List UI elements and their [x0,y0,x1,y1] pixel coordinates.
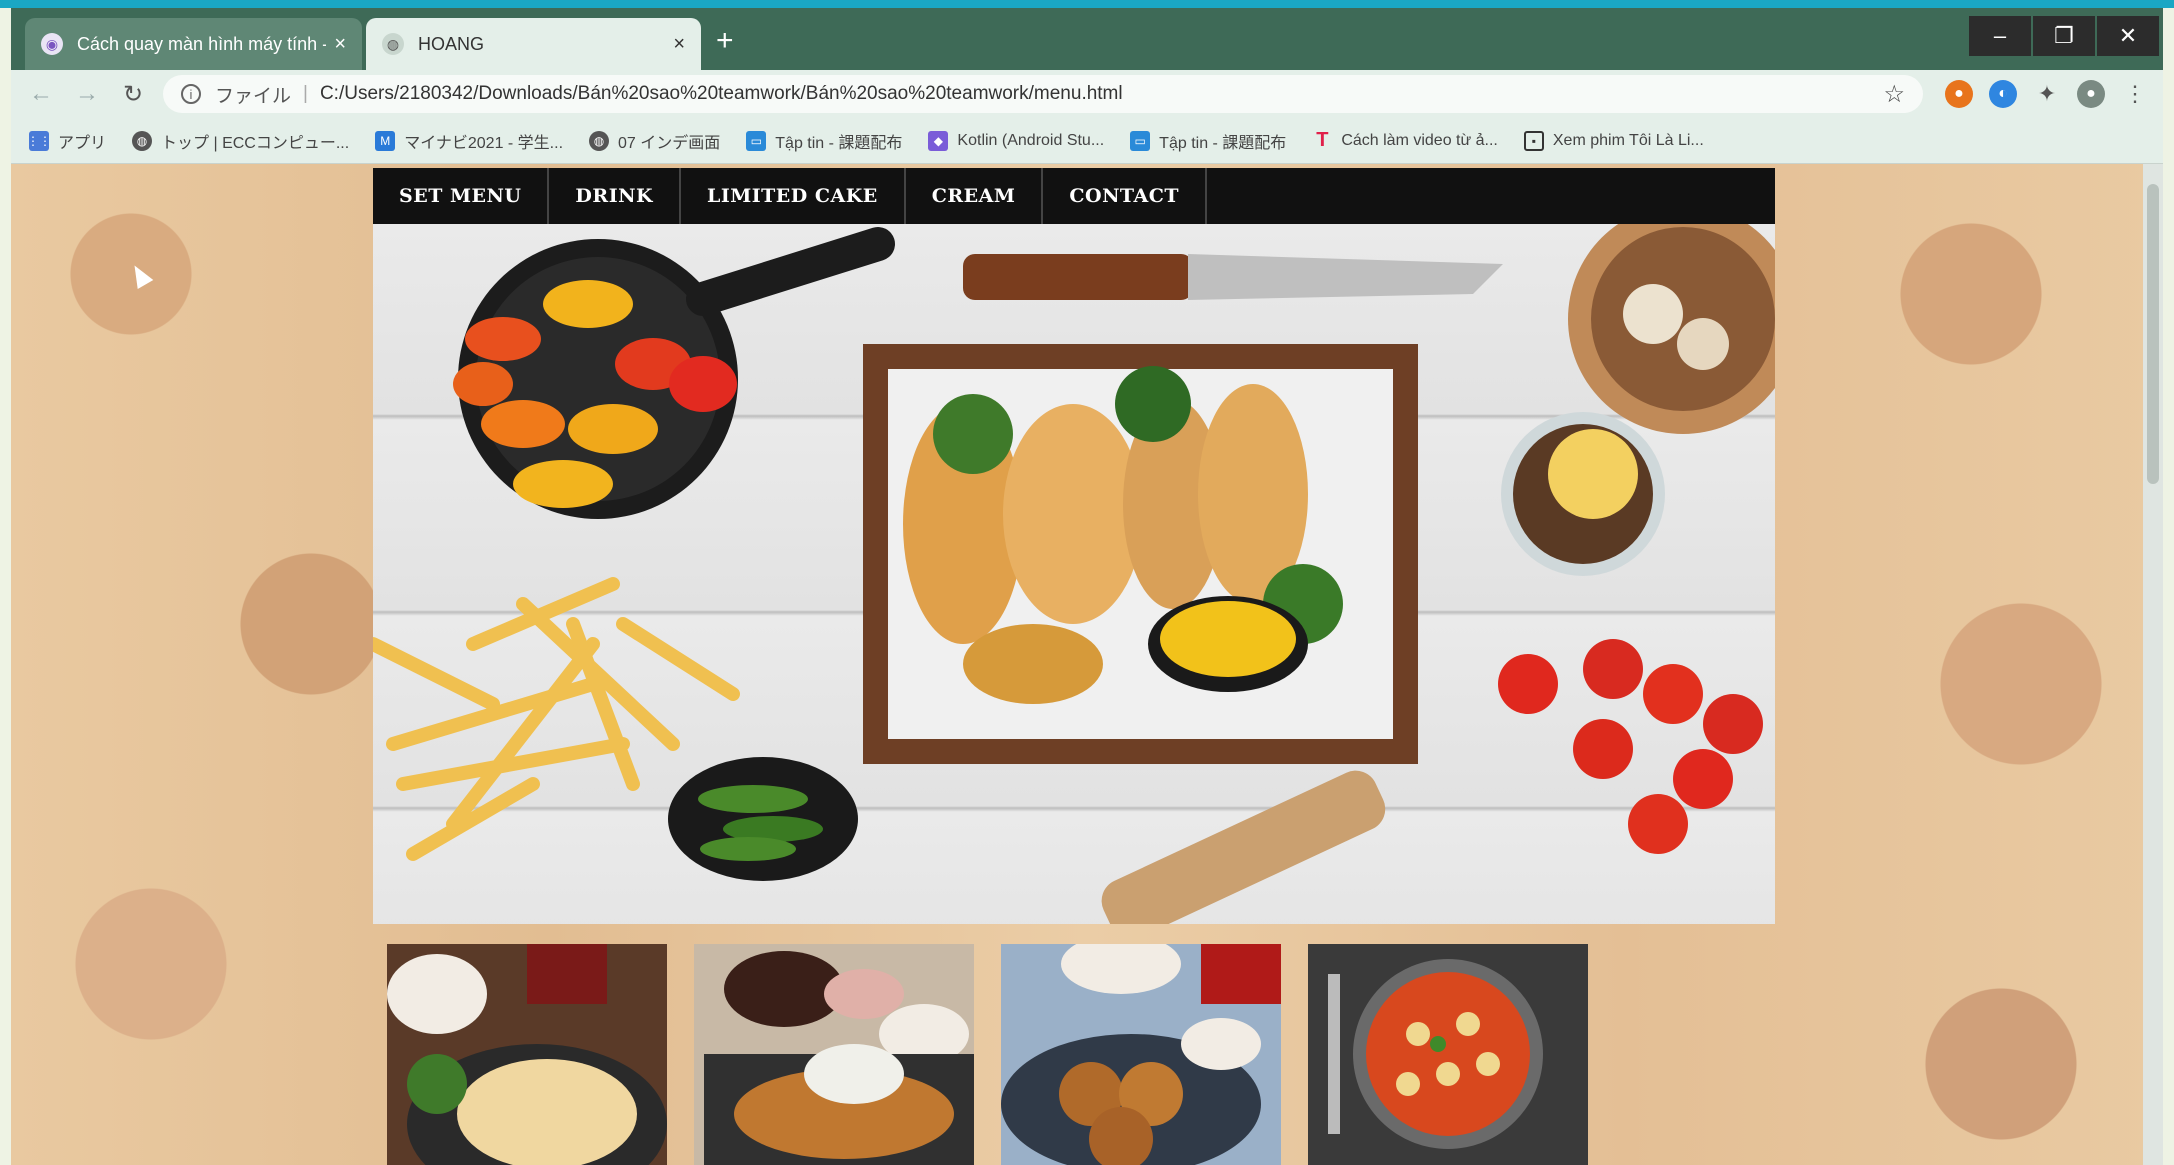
bookmark-label: 07 インデ画面 [618,134,721,152]
bookmark-item[interactable]: ◍ トップ | ECCコンピュー... [132,129,349,153]
globe-icon: ◍ [589,130,610,151]
forward-button[interactable]: → [71,78,103,110]
browser-window: ◉ Cách quay màn hình máy tính - ( × ◍ HO… [11,8,2163,1165]
back-button[interactable]: ← [25,78,57,110]
fried-chicken-dish-image [387,944,667,1165]
scrollbar-thumb[interactable] [2147,184,2159,484]
extensions-puzzle-icon[interactable]: ✦ [2033,80,2061,108]
profile-avatar-icon[interactable]: ● [2077,80,2105,108]
bookmark-label: Tập tin - 課題配布 [775,134,903,152]
bookmark-item[interactable]: T Cách làm video từ ả... [1312,129,1498,151]
site-nav: SET MENU DRINK LIMITED CAKE CREAM CONTAC… [373,168,1775,224]
nav-set-menu[interactable]: SET MENU [373,168,550,224]
browser-toolbar: ← → ↻ i ファイル | C:/Users/2180342/Download… [11,70,2163,118]
kotlin-icon: ◆ [928,130,949,151]
tab-title: HOANG [418,33,485,54]
mynavi-icon: M [375,130,396,151]
globe-icon: ◍ [132,130,153,151]
hero-food-image [373,224,1775,924]
bookmark-item[interactable]: ◆ Kotlin (Android Stu... [928,130,1105,151]
thumbnail-croquette[interactable] [1001,944,1281,1165]
tab-hoang[interactable]: ◍ HOANG × [366,18,701,70]
classroom-icon: ▭ [746,130,767,151]
gnocchi-pan-image [1308,944,1588,1165]
globe-icon: ◍ [382,33,404,55]
extension-translate-icon[interactable]: ◐ [1989,80,2017,108]
bookmark-item[interactable]: ⋮⋮ アプリ [27,129,107,153]
tab-video-guide[interactable]: ◉ Cách quay màn hình máy tính - ( × [25,18,362,70]
minimize-button[interactable]: – [1969,16,2031,56]
page-viewport: SET MENU DRINK LIMITED CAKE CREAM CONTAC… [11,164,2163,1165]
bookmark-label: Tập tin - 課題配布 [1159,134,1287,152]
bookmark-item[interactable]: ▭ Tập tin - 課題配布 [1130,129,1286,153]
bookmark-label: Kotlin (Android Stu... [957,131,1105,149]
mouse-cursor-icon [126,260,154,290]
extension-fire-icon[interactable]: ● [1945,80,1973,108]
tab-close-icon[interactable]: × [673,33,685,56]
nav-drink[interactable]: DRINK [549,168,681,224]
bookmark-item[interactable]: ▭ Tập tin - 課題配布 [746,129,902,153]
tonkatsu-set-image [694,944,974,1165]
bookmark-item[interactable]: ▪ Xem phim Tôi Là Li... [1523,130,1704,151]
bookmarks-bar: ⋮⋮ アプリ ◍ トップ | ECCコンピュー... M マイナビ2021 - … [11,118,2163,164]
close-window-button[interactable]: ✕ [2097,16,2159,56]
info-icon[interactable]: i [181,84,201,104]
bookmark-item[interactable]: M マイナビ2021 - 学生... [375,129,563,153]
address-separator: | [303,83,308,104]
reload-button[interactable]: ↻ [117,78,149,110]
bookmark-label: Cách làm video từ ả... [1341,131,1498,149]
podcast-icon: ◉ [41,33,63,55]
bookmark-label: Xem phim Tôi Là Li... [1552,131,1704,149]
tab-title: Cách quay màn hình máy tính - ( [77,33,327,54]
restore-button[interactable]: ❐ [2033,16,2095,56]
address-scheme-label: ファイル [215,85,292,107]
t-logo-icon: T [1316,129,1329,151]
nav-contact[interactable]: CONTACT [1043,168,1208,224]
bookmark-item[interactable]: ◍ 07 インデ画面 [589,129,720,153]
tv-icon: ▪ [1523,130,1544,151]
thumbnail-gnocchi[interactable] [1308,944,1588,1165]
screen-top-strip [0,0,2174,8]
classroom-icon: ▭ [1130,130,1151,151]
browser-menu-icon[interactable]: ⋮ [2121,80,2149,108]
thumbnail-fried-chicken[interactable] [387,944,667,1165]
food-flatlay-image [373,224,1775,924]
tab-bar: ◉ Cách quay màn hình máy tính - ( × ◍ HO… [11,8,2163,70]
bookmark-label: トップ | ECCコンピュー... [161,134,350,152]
nav-limited-cake[interactable]: LIMITED CAKE [681,168,906,224]
croquette-set-image [1001,944,1281,1165]
bookmark-label: アプリ [58,134,107,152]
tab-close-icon[interactable]: × [334,33,346,56]
nav-cream[interactable]: CREAM [906,168,1044,224]
address-url[interactable]: C:/Users/2180342/Downloads/Bán%20sao%20t… [320,83,1884,105]
address-bar[interactable]: i ファイル | C:/Users/2180342/Downloads/Bán%… [163,75,1923,113]
page-scrollbar[interactable] [2143,164,2163,1165]
bookmark-label: マイナビ2021 - 学生... [404,134,564,152]
thumbnail-tonkatsu[interactable] [694,944,974,1165]
new-tab-button[interactable]: + [716,26,734,56]
apps-grid-icon: ⋮⋮ [27,130,51,151]
bookmark-star-icon[interactable]: ☆ [1883,80,1905,109]
